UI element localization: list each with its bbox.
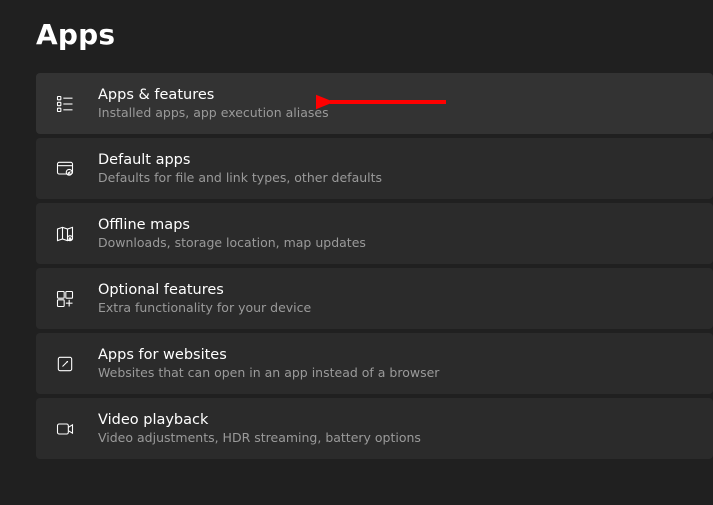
settings-item-video-playback[interactable]: Video playback Video adjustments, HDR st… <box>36 398 713 459</box>
video-playback-icon <box>54 418 76 440</box>
settings-item-apps-for-websites[interactable]: Apps for websites Websites that can open… <box>36 333 713 394</box>
settings-list: Apps & features Installed apps, app exec… <box>0 73 713 459</box>
item-desc: Installed apps, app execution aliases <box>98 105 329 120</box>
item-title: Apps for websites <box>98 347 439 363</box>
text-block: Offline maps Downloads, storage location… <box>98 217 366 250</box>
item-title: Apps & features <box>98 87 329 103</box>
text-block: Default apps Defaults for file and link … <box>98 152 382 185</box>
item-desc: Websites that can open in an app instead… <box>98 365 439 380</box>
settings-item-apps-features[interactable]: Apps & features Installed apps, app exec… <box>36 73 713 134</box>
settings-item-default-apps[interactable]: Default apps Defaults for file and link … <box>36 138 713 199</box>
settings-item-optional-features[interactable]: Optional features Extra functionality fo… <box>36 268 713 329</box>
item-title: Optional features <box>98 282 311 298</box>
default-apps-icon <box>54 158 76 180</box>
item-desc: Defaults for file and link types, other … <box>98 170 382 185</box>
page-title: Apps <box>0 0 713 73</box>
item-title: Video playback <box>98 412 421 428</box>
item-desc: Extra functionality for your device <box>98 300 311 315</box>
settings-item-offline-maps[interactable]: Offline maps Downloads, storage location… <box>36 203 713 264</box>
item-title: Offline maps <box>98 217 366 233</box>
optional-features-icon <box>54 288 76 310</box>
offline-maps-icon <box>54 223 76 245</box>
text-block: Video playback Video adjustments, HDR st… <box>98 412 421 445</box>
apps-for-websites-icon <box>54 353 76 375</box>
text-block: Apps for websites Websites that can open… <box>98 347 439 380</box>
item-title: Default apps <box>98 152 382 168</box>
apps-features-icon <box>54 93 76 115</box>
text-block: Apps & features Installed apps, app exec… <box>98 87 329 120</box>
item-desc: Downloads, storage location, map updates <box>98 235 366 250</box>
text-block: Optional features Extra functionality fo… <box>98 282 311 315</box>
item-desc: Video adjustments, HDR streaming, batter… <box>98 430 421 445</box>
